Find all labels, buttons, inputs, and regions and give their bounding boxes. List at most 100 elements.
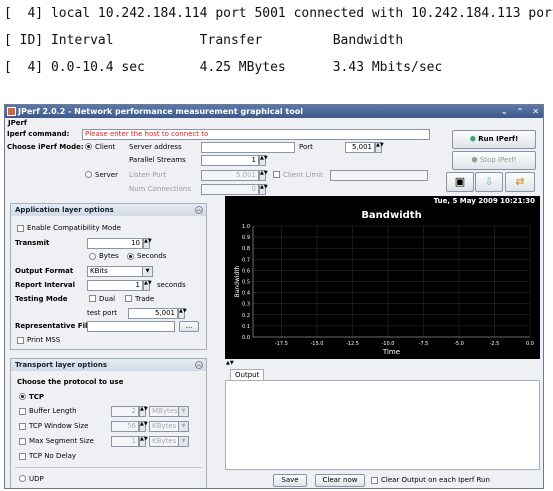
transmit-input[interactable]: 10 [87,238,143,249]
y-tick-label: 0.3 [242,302,250,308]
udp-radio[interactable] [19,475,26,482]
mss-unit-value: KBytes [152,437,177,445]
tab-output[interactable]: Output [230,369,265,380]
client-limit-input[interactable] [330,170,428,181]
report-interval-spinner[interactable]: ▲▼ [143,280,152,291]
x-tick-label: -15.0 [310,341,323,347]
save-output-button[interactable]: Save [273,474,307,487]
chevron-down-icon: ▼ [178,407,188,416]
jperf-window: JPerf 2.0.2 - Network performance measur… [4,104,544,489]
buffer-length-input[interactable]: 2 [111,406,139,417]
test-port-input[interactable]: 5,001 [128,308,178,319]
dual-checkbox[interactable] [89,295,96,302]
num-connections-label: Num Connections [129,185,191,193]
seconds-radio[interactable] [127,253,134,260]
bytes-radio[interactable] [89,253,96,260]
bytes-label: Bytes [99,252,119,260]
server-address-input[interactable] [201,142,295,153]
compat-mode-checkbox[interactable] [17,225,24,232]
x-tick-label: -2.5 [490,341,500,347]
clear-each-run-label: Clear Output on each Iperf Run [381,476,490,484]
run-iperf-button[interactable]: ⬢ Run IPerf! [452,130,536,149]
listen-port-spinner[interactable]: ▲▼ [259,170,268,181]
x-tick-label: -5.0 [454,341,464,347]
client-limit-checkbox[interactable] [273,171,280,178]
terminal-line-1: [ 4] local 10.242.184.114 port 5001 conn… [4,6,553,21]
trade-label: Trade [135,295,155,303]
clear-now-button[interactable]: Clear now [315,474,365,487]
close-icon[interactable]: ✕ [532,107,539,116]
mss-spinner[interactable]: ▲▼ [139,436,148,447]
parallel-streams-spinner[interactable]: ▲▼ [259,155,268,166]
stop-icon: ⬢ [471,156,478,164]
x-tick-label: -12.5 [346,341,359,347]
tcp-window-spinner[interactable]: ▲▼ [139,421,148,432]
tcp-window-checkbox[interactable] [19,423,26,430]
refresh-button[interactable]: ⇄ [505,172,535,192]
num-connections-input[interactable]: 0 [201,184,259,195]
port-spinner[interactable]: ▲▼ [375,142,384,153]
browse-button[interactable]: ... [179,321,199,332]
application-layer-title: Application layer options [15,206,114,214]
test-port-spinner[interactable]: ▲▼ [178,308,187,319]
parallel-streams-input[interactable]: 1 [201,155,259,166]
iperf-command-field[interactable]: Please enter the host to connect to [82,129,430,140]
menu-jperf[interactable]: JPerf [8,119,27,127]
transmit-spinner[interactable]: ▲▼ [143,238,152,249]
minimize-icon[interactable]: ⌄ [501,107,508,116]
trade-checkbox[interactable] [125,295,132,302]
tcp-radio[interactable] [19,393,26,400]
bandwidth-chart: Tue, 5 May 2009 10:21:30 Bandwidth 1.0 0.9 0… [225,196,540,359]
window-title: JPerf 2.0.2 - Network performance measur… [18,107,303,116]
buffer-length-checkbox[interactable] [19,408,26,415]
output-textarea[interactable] [225,380,540,470]
port-input[interactable]: 5,001 [345,142,375,153]
output-format-select[interactable]: KBits ▼ [87,266,153,277]
stop-iperf-button[interactable]: ⬢ Stop IPerf! [452,151,536,170]
separator [15,467,202,468]
transport-layer-title: Transport layer options [15,361,108,369]
client-radio[interactable] [85,143,92,150]
restore-config-button[interactable]: ⇩ [475,172,503,192]
maximize-icon[interactable]: ⌃ [517,107,524,116]
x-axis-label: Time [382,348,400,356]
x-tick-label: -7.5 [419,341,429,347]
collapse-icon[interactable]: ︽ [195,206,203,214]
parallel-streams-label: Parallel Streams [129,156,186,164]
tcp-window-unit-select[interactable]: KBytes ▼ [149,421,189,432]
y-tick-label: 0.1 [242,324,250,330]
y-tick-label: 1.0 [242,224,250,230]
mss-unit-select[interactable]: KBytes ▼ [149,436,189,447]
buffer-unit-select[interactable]: MBytes ▼ [149,406,189,417]
mss-input[interactable]: 1 [111,436,139,447]
rep-file-label: Representative File [15,322,93,330]
tcp-window-input[interactable]: 56 [111,421,139,432]
application-layer-header[interactable]: Application layer options ︽ [11,204,206,216]
report-interval-input[interactable]: 1 [87,280,143,291]
print-mss-label: Print MSS [27,336,61,344]
mss-checkbox[interactable] [19,438,26,445]
server-radio[interactable] [85,171,92,178]
y-tick-label: 0.5 [242,280,250,286]
num-connections-spinner[interactable]: ▲▼ [259,184,268,195]
transport-layer-header[interactable]: Transport layer options ︽ [11,359,206,371]
tcp-nodelay-checkbox[interactable] [19,453,26,460]
x-tick-label: -10.0 [381,341,394,347]
collapse-icon[interactable]: ︽ [195,361,203,369]
splitter-handle[interactable]: ▲▼ [226,360,234,366]
print-mss-checkbox[interactable] [17,337,24,344]
server-address-label: Server address [129,143,182,151]
buffer-length-spinner[interactable]: ▲▼ [139,406,148,417]
y-tick-label: 0.0 [242,335,250,341]
floppy-icon: ▣ [454,175,466,188]
save-config-button[interactable]: ▣ [446,172,474,192]
terminal-line-3: [ 4] 0.0-10.4 sec 4.25 MBytes 3.43 Mbits… [4,60,443,75]
client-limit-label: Client Limit [283,171,323,179]
rep-file-input[interactable] [87,321,175,332]
listen-port-input[interactable]: 5,001 [201,170,259,181]
udp-label: UDP [29,475,44,483]
client-label: Client [95,143,116,151]
clear-each-run-checkbox[interactable] [371,477,378,484]
listen-port-label: Listen Port [129,171,167,179]
port-label: Port [299,143,313,151]
